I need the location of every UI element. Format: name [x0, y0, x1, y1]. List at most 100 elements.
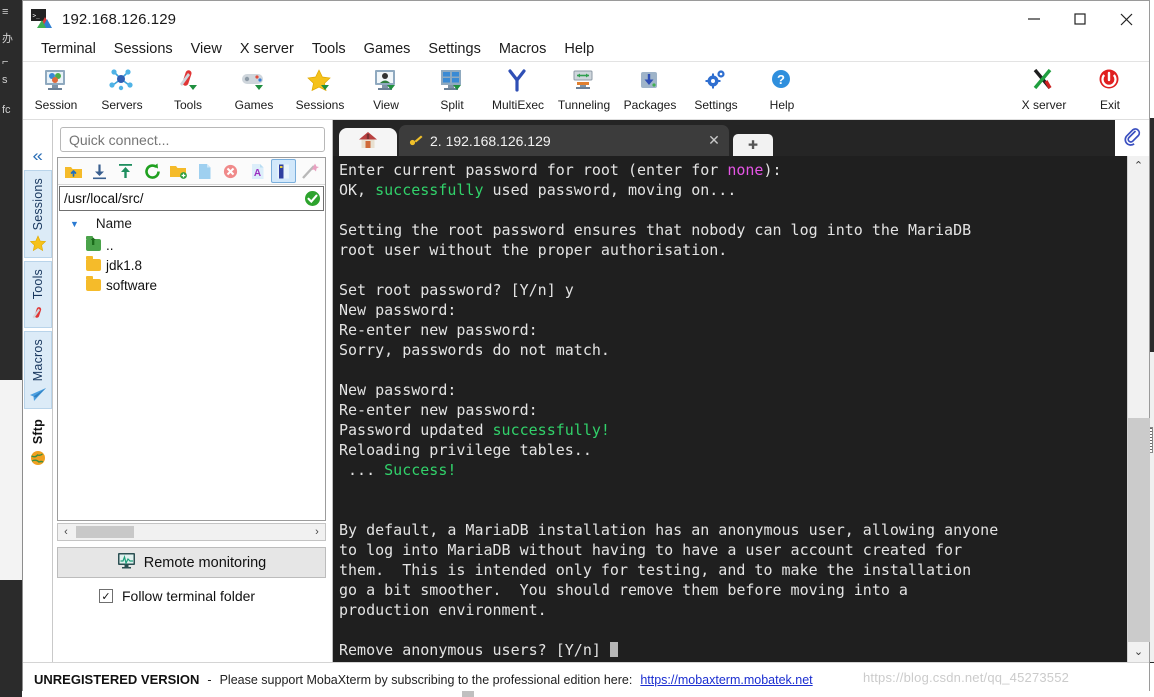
sftp-file-list[interactable]: ▼ Name .. jdk1.8 software — [58, 212, 325, 520]
toggle-hidden-icon[interactable] — [271, 159, 295, 183]
toolbar-sessions[interactable]: Sessions — [287, 65, 353, 117]
terminal-text: Success! — [384, 461, 456, 479]
terminal-line: OK, successfully used password, moving o… — [339, 180, 1127, 200]
list-item[interactable]: software — [58, 275, 325, 295]
x-server-icon — [1027, 67, 1061, 95]
menu-terminal[interactable]: Terminal — [32, 39, 105, 60]
terminal-line: Sorry, passwords do not match. — [339, 340, 1127, 360]
parent-folder-icon[interactable] — [61, 159, 85, 183]
monitor-graph-icon — [117, 552, 136, 574]
new-tab-button[interactable]: ✚ — [733, 134, 773, 156]
terminal-text: production environment. — [339, 601, 547, 619]
refresh-icon[interactable] — [140, 159, 164, 183]
terminal-line — [339, 620, 1127, 640]
menu-settings[interactable]: Settings — [419, 39, 489, 60]
toolbar-x-server[interactable]: X server — [1011, 65, 1077, 117]
terminal-column: 2. 192.168.126.129 ✕ ✚ Enter current pas… — [333, 120, 1149, 662]
download-icon[interactable] — [87, 159, 111, 183]
toolbar-exit[interactable]: Exit — [1077, 65, 1143, 117]
chevron-double-left-icon[interactable]: « — [32, 147, 42, 164]
new-file-icon[interactable] — [192, 159, 216, 183]
terminal-text: Set root password? [Y/n] y — [339, 281, 574, 299]
games-gamepad-icon — [237, 67, 271, 95]
follow-terminal-folder-checkbox[interactable]: ✓ — [99, 589, 113, 603]
scroll-thumb[interactable] — [1128, 418, 1150, 642]
menu-games[interactable]: Games — [355, 39, 420, 60]
scroll-track[interactable] — [1128, 176, 1150, 642]
menu-bar: Terminal Sessions View X server Tools Ga… — [23, 37, 1149, 62]
terminal-line: ... Success! — [339, 460, 1127, 480]
menu-x-server[interactable]: X server — [231, 39, 303, 60]
terminal-wrapper: Enter current password for root (enter f… — [333, 156, 1149, 662]
menu-help[interactable]: Help — [555, 39, 603, 60]
remote-monitoring-button[interactable]: Remote monitoring — [57, 547, 326, 578]
toolbar-servers[interactable]: Servers — [89, 65, 155, 117]
toolbar-multiexec[interactable]: MultiExec — [485, 65, 551, 117]
paperclip-icon[interactable] — [1119, 122, 1145, 150]
text-file-icon[interactable]: A — [245, 159, 269, 183]
toolbar-tunneling[interactable]: Tunneling — [551, 65, 617, 117]
close-button[interactable] — [1103, 1, 1149, 37]
toolbar-split[interactable]: Split — [419, 65, 485, 117]
svg-text:?: ? — [777, 72, 785, 87]
mobaxterm-window: >_ 192.168.126.129 Terminal Sessions Vie… — [22, 0, 1150, 697]
list-item-label: .. — [106, 238, 114, 253]
session-tab-active[interactable]: 2. 192.168.126.129 ✕ — [399, 125, 729, 156]
scroll-thumb[interactable] — [76, 526, 134, 538]
delete-icon[interactable] — [219, 159, 243, 183]
maximize-button[interactable] — [1057, 1, 1103, 37]
toolbar-help[interactable]: ? Help — [749, 65, 815, 117]
scroll-track[interactable] — [74, 525, 309, 539]
close-icon[interactable]: ✕ — [703, 132, 725, 149]
toolbar-session[interactable]: Session — [23, 65, 89, 117]
terminal-output[interactable]: Enter current password for root (enter f… — [333, 156, 1127, 662]
scroll-left-icon[interactable]: ‹ — [58, 526, 74, 538]
magic-wand-icon[interactable] — [298, 159, 322, 183]
new-folder-icon[interactable] — [166, 159, 190, 183]
quick-connect-wrapper — [53, 120, 332, 154]
terminal-scrollbar[interactable]: ⌃ ⌄ — [1127, 156, 1149, 662]
toolbar-games[interactable]: Games — [221, 65, 287, 117]
sftp-path-bar[interactable]: /usr/local/src/ — [59, 186, 324, 211]
tools-knife-icon — [171, 67, 205, 95]
menu-tools[interactable]: Tools — [303, 39, 355, 60]
toolbar-servers-label: Servers — [101, 98, 142, 112]
professional-edition-link[interactable]: https://mobaxterm.mobatek.net — [640, 673, 812, 687]
toolbar-view[interactable]: View — [353, 65, 419, 117]
sftp-column-header-name: Name — [96, 216, 132, 231]
quick-connect-input[interactable] — [60, 127, 325, 152]
scroll-up-icon[interactable]: ⌃ — [1128, 156, 1150, 176]
toolbar-packages[interactable]: Packages — [617, 65, 683, 117]
multiexec-fork-icon — [501, 67, 535, 95]
terminal-line: New password: — [339, 300, 1127, 320]
session-tab-strip: 2. 192.168.126.129 ✕ ✚ — [333, 120, 1149, 156]
folder-icon — [86, 279, 101, 291]
sidebar-item-macros[interactable]: Macros — [24, 331, 52, 409]
toolbar-settings-label: Settings — [694, 98, 737, 112]
sftp-column-header[interactable]: ▼ Name — [58, 212, 325, 235]
terminal-cursor — [610, 642, 618, 657]
toolbar-settings[interactable]: Settings — [683, 65, 749, 117]
terminal-line: production environment. — [339, 600, 1127, 620]
knife-icon — [29, 305, 47, 323]
list-item[interactable]: .. — [58, 235, 325, 255]
scroll-down-icon[interactable]: ⌄ — [1128, 642, 1150, 662]
follow-terminal-folder-row[interactable]: ✓ Follow terminal folder — [57, 588, 326, 604]
menu-sessions[interactable]: Sessions — [105, 39, 182, 60]
menu-macros[interactable]: Macros — [490, 39, 556, 60]
sidebar-item-sftp[interactable]: Sftp — [24, 412, 52, 471]
sidebar-item-tools[interactable]: Tools — [24, 261, 52, 327]
upload-icon[interactable] — [114, 159, 138, 183]
home-tab[interactable] — [339, 128, 397, 156]
sftp-horizontal-scrollbar[interactable]: ‹ › — [57, 523, 326, 541]
list-item[interactable]: jdk1.8 — [58, 255, 325, 275]
menu-view[interactable]: View — [182, 39, 231, 60]
sidebar-item-sessions[interactable]: Sessions — [24, 170, 52, 258]
minimize-button[interactable] — [1011, 1, 1057, 37]
split-panes-icon — [435, 67, 469, 95]
toolbar-exit-label: Exit — [1100, 98, 1120, 112]
tunneling-arrows-icon — [567, 67, 601, 95]
bottom-strip — [22, 691, 1150, 697]
scroll-right-icon[interactable]: › — [309, 526, 325, 538]
toolbar-tools[interactable]: Tools — [155, 65, 221, 117]
